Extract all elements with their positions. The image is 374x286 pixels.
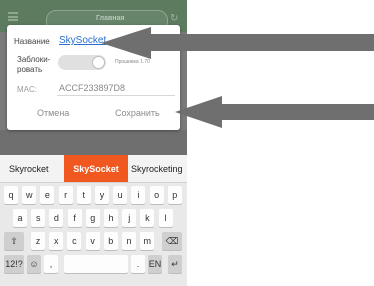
screenshot: Главная ↻ Название SkySocket Заблоки- ро… (0, 0, 374, 286)
arrow-to-save-icon (175, 96, 374, 128)
arrow-to-name-icon (101, 27, 374, 59)
annotation-arrows (101, 27, 374, 128)
